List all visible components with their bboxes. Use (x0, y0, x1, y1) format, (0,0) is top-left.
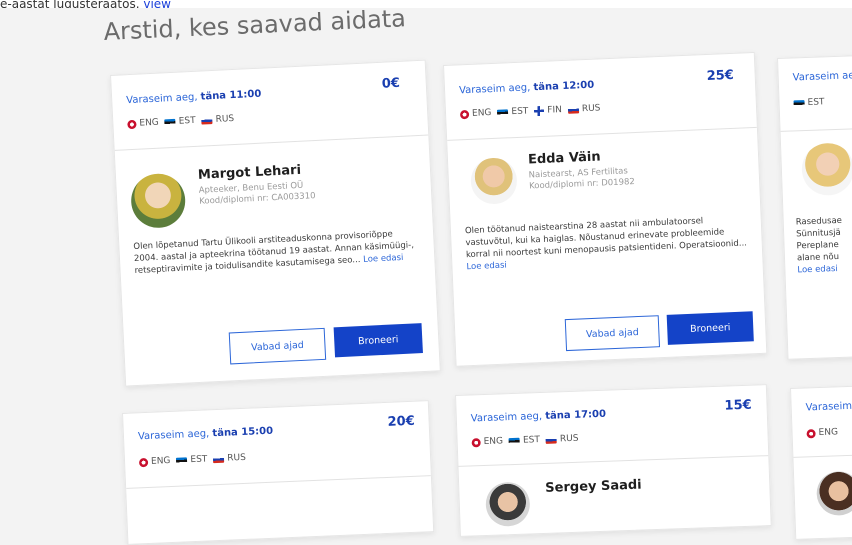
top-link[interactable]: view (143, 0, 171, 8)
language-eng: ENG (459, 108, 492, 119)
language-est: EST (497, 106, 529, 117)
top-text: e-aastat lugusteraatos. view (0, 0, 852, 8)
doctor-name[interactable]: Margot Lehari (198, 163, 302, 183)
russia-flag-icon (567, 105, 580, 114)
doctor-card: Varaseim aeg, täna 11:00 0€ ENG EST RUS … (110, 59, 441, 387)
top-text-content: e-aastat lugusteraatos. (0, 0, 140, 8)
price: 25€ (706, 67, 735, 84)
languages: ENG (806, 427, 844, 438)
doctor-bio: Olen lõpetanud Tartu Ülikooli arstiteadu… (133, 229, 415, 277)
card-header (444, 52, 757, 141)
doctor-card: Varaseim aeg, täna 15:00 20€ ENG EST RUS (122, 400, 435, 545)
language-est: EST (176, 454, 208, 465)
avatar (801, 142, 852, 197)
finland-flag-icon (534, 105, 545, 117)
card-header (111, 60, 429, 151)
language-eng: ENG (127, 118, 159, 130)
uk-flag-icon (806, 428, 816, 438)
avatar (129, 172, 187, 230)
language-rus: RUS (201, 114, 234, 126)
doctor-bio: Olen töötanud naistearstina 28 aastat ni… (464, 216, 748, 273)
doctor-bio: Rasedusae Sünnitusjä Pereplane alane nõu… (796, 213, 852, 276)
price: 20€ (387, 413, 416, 430)
free-times-button[interactable]: Vabad ajad (228, 327, 327, 365)
estonia-flag-icon (164, 118, 176, 126)
read-more-link[interactable]: Loe edasi (797, 261, 852, 276)
language-eng: ENG (806, 427, 838, 438)
uk-flag-icon (459, 109, 470, 119)
uk-flag-icon (127, 119, 137, 129)
book-button[interactable]: Broneeri (666, 311, 754, 345)
languages: EST (793, 97, 830, 108)
russia-flag-icon (545, 435, 558, 444)
avatar (469, 157, 518, 205)
language-est: EST (164, 116, 196, 127)
uk-flag-icon (471, 437, 481, 447)
uk-flag-icon (138, 457, 149, 467)
card-header (778, 54, 852, 132)
doctor-card: Varaseim aeg, täna 12:00 25€ ENG EST FIN… (443, 51, 768, 367)
language-eng: ENG (138, 456, 171, 467)
avatar (815, 470, 852, 517)
avatar (485, 481, 531, 527)
estonia-flag-icon (508, 437, 521, 445)
doctor-name[interactable]: Sergey Saadi (545, 478, 642, 496)
free-times-button[interactable]: Vabad ajad (564, 315, 661, 352)
russia-flag-icon (201, 116, 213, 125)
price: 0€ (381, 75, 401, 92)
language-fin: FIN (534, 105, 562, 117)
read-more-link[interactable]: Loe edasi (363, 253, 404, 265)
language-rus: RUS (213, 453, 246, 464)
estonia-flag-icon (497, 108, 509, 117)
language-est: EST (508, 435, 540, 446)
card-header (791, 385, 852, 458)
page-title: Arstid, kes saavad aidata (103, 4, 407, 46)
book-button[interactable]: Broneeri (333, 323, 423, 358)
doctor-name[interactable]: Edda Väin (528, 149, 601, 167)
doctor-card: Varaseim aeg EST Rasedusae Sünnitusjä Pe… (777, 53, 852, 360)
card-header (456, 385, 769, 467)
price: 15€ (724, 397, 752, 414)
estonia-flag-icon (793, 99, 805, 107)
read-more-link[interactable]: Loe edasi (466, 261, 507, 273)
earliest-time: Varaseim (805, 400, 852, 414)
language-est: EST (793, 97, 825, 108)
doctor-card: Varaseim ENG (790, 384, 852, 540)
language-eng: ENG (471, 436, 503, 447)
card-header (123, 401, 431, 489)
earliest-time: Varaseim aeg (792, 70, 852, 84)
language-rus: RUS (545, 434, 579, 445)
estonia-flag-icon (176, 456, 188, 465)
language-rus: RUS (567, 103, 601, 114)
doctor-card: Varaseim aeg, täna 17:00 15€ ENG EST RUS… (455, 384, 772, 537)
russia-flag-icon (213, 455, 225, 463)
